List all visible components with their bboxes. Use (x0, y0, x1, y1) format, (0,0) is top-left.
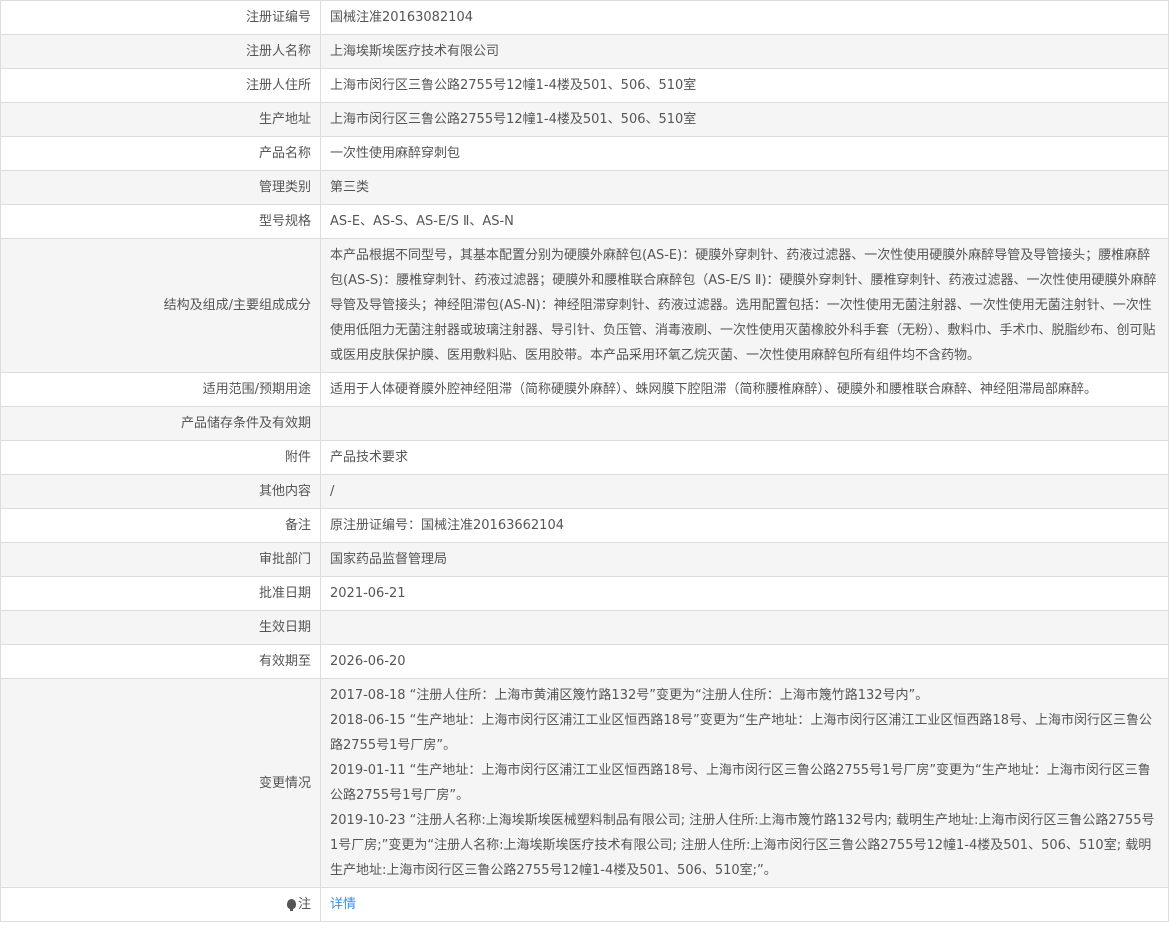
field-value: / (320, 474, 1169, 509)
field-value: 国械注准20163082104 (320, 0, 1169, 35)
field-label: 生效日期 (0, 610, 321, 645)
field-label: 适用范围/预期用途 (0, 372, 321, 407)
table-row: 注册人住所 上海市闵行区三鲁公路2755号12幢1-4楼及501、506、510室 (0, 68, 1169, 103)
table-row: 附件 产品技术要求 (0, 440, 1169, 475)
change-entry: 2019-10-23 “注册人名称:上海埃斯埃医械塑料制品有限公司; 注册人住所… (330, 813, 1155, 878)
field-label: 管理类别 (0, 170, 321, 205)
table-row: 审批部门 国家药品监督管理局 (0, 542, 1169, 577)
field-value: 原注册证编号：国械注准20163662104 (320, 508, 1169, 543)
field-label: 批准日期 (0, 576, 321, 611)
registration-detail-table: 注册证编号 国械注准20163082104 注册人名称 上海埃斯埃医疗技术有限公司 注册… (0, 0, 1169, 922)
field-label: 产品储存条件及有效期 (0, 406, 321, 441)
field-label: 结构及组成/主要组成成分 (0, 238, 321, 373)
field-value (320, 406, 1169, 441)
table-row-note: 注 详情 (0, 887, 1169, 922)
table-row: 管理类别 第三类 (0, 170, 1169, 205)
field-value: 上海市闵行区三鲁公路2755号12幢1-4楼及501、506、510室 (320, 102, 1169, 137)
table-row: 生效日期 (0, 610, 1169, 645)
field-label: 备注 (0, 508, 321, 543)
note-value: 详情 (320, 887, 1169, 922)
field-label: 型号规格 (0, 204, 321, 239)
change-entry: 2019-01-11 “生产地址：上海市闵行区浦江工业区恒西路18号、上海市闵行… (330, 763, 1151, 803)
note-label-cell: 注 (0, 887, 321, 922)
table-row: 备注 原注册证编号：国械注准20163662104 (0, 508, 1169, 543)
field-label: 其他内容 (0, 474, 321, 509)
lightbulb-icon (286, 899, 296, 911)
field-label: 注册人住所 (0, 68, 321, 103)
table-row: 型号规格 AS-E、AS-S、AS-E/S Ⅱ、AS-N (0, 204, 1169, 239)
table-row: 其他内容 / (0, 474, 1169, 509)
field-value: 2021-06-21 (320, 576, 1169, 611)
table-row: 产品储存条件及有效期 (0, 406, 1169, 441)
field-value: 上海埃斯埃医疗技术有限公司 (320, 34, 1169, 69)
field-label: 产品名称 (0, 136, 321, 171)
field-value (320, 610, 1169, 645)
table-row: 产品名称 一次性使用麻醉穿刺包 (0, 136, 1169, 171)
field-value: 本产品根据不同型号，其基本配置分别为硬膜外麻醉包(AS-E)：硬膜外穿刺针、药液… (320, 238, 1169, 373)
field-label: 审批部门 (0, 542, 321, 577)
field-value: AS-E、AS-S、AS-E/S Ⅱ、AS-N (320, 204, 1169, 239)
field-value: 2026-06-20 (320, 644, 1169, 679)
change-entry: 2018-06-15 “生产地址：上海市闵行区浦江工业区恒西路18号”变更为“生… (330, 713, 1152, 753)
field-value: 产品技术要求 (320, 440, 1169, 475)
field-label: 有效期至 (0, 644, 321, 679)
field-value: 国家药品监督管理局 (320, 542, 1169, 577)
field-label: 注册证编号 (0, 0, 321, 35)
table-row: 批准日期 2021-06-21 (0, 576, 1169, 611)
field-value: 适用于人体硬脊膜外腔神经阻滞（简称硬膜外麻醉）、蛛网膜下腔阻滞（简称腰椎麻醉）、… (320, 372, 1169, 407)
field-label: 附件 (0, 440, 321, 475)
table-row: 注册证编号 国械注准20163082104 (0, 0, 1169, 35)
table-row: 适用范围/预期用途 适用于人体硬脊膜外腔神经阻滞（简称硬膜外麻醉）、蛛网膜下腔阻滞… (0, 372, 1169, 407)
field-value: 上海市闵行区三鲁公路2755号12幢1-4楼及501、506、510室 (320, 68, 1169, 103)
change-history: 2017-08-18 “注册人住所：上海市黄浦区篾竹路132号”变更为“注册人住… (320, 678, 1169, 888)
change-entry: 2017-08-18 “注册人住所：上海市黄浦区篾竹路132号”变更为“注册人住… (330, 688, 929, 703)
note-label: 注 (297, 897, 311, 912)
table-row: 注册人名称 上海埃斯埃医疗技术有限公司 (0, 34, 1169, 69)
field-value: 一次性使用麻醉穿刺包 (320, 136, 1169, 171)
table-row: 生产地址 上海市闵行区三鲁公路2755号12幢1-4楼及501、506、510室 (0, 102, 1169, 137)
details-link[interactable]: 详情 (330, 897, 356, 912)
field-label: 变更情况 (0, 678, 321, 888)
field-value: 第三类 (320, 170, 1169, 205)
field-label: 注册人名称 (0, 34, 321, 69)
field-label: 生产地址 (0, 102, 321, 137)
table-row-changes: 变更情况 2017-08-18 “注册人住所：上海市黄浦区篾竹路132号”变更为“… (0, 678, 1169, 888)
table-row: 有效期至 2026-06-20 (0, 644, 1169, 679)
table-row: 结构及组成/主要组成成分 本产品根据不同型号，其基本配置分别为硬膜外麻醉包(AS-… (0, 238, 1169, 373)
